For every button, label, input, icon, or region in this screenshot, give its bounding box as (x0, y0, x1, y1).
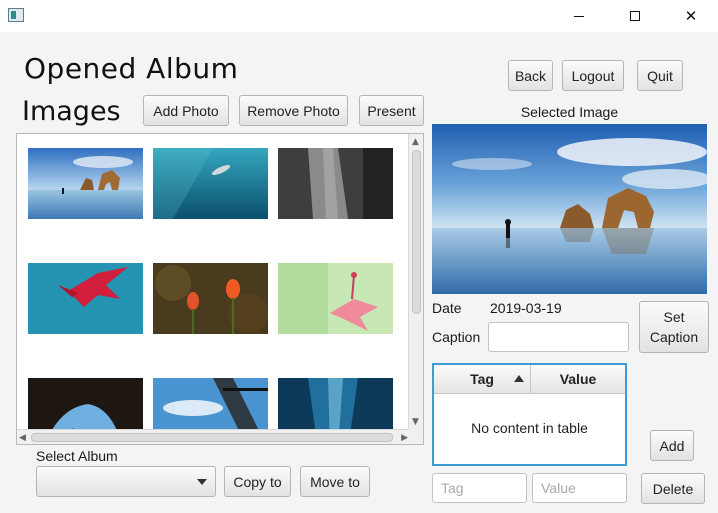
select-album-label: Select Album (36, 448, 118, 464)
photo-thumbnail-red-flower-blue[interactable] (28, 263, 143, 334)
add-tag-button[interactable]: Add (650, 430, 694, 461)
tag-column-header[interactable]: Tag (434, 365, 531, 394)
tag-value-input[interactable] (532, 473, 627, 503)
images-vertical-scrollbar[interactable]: ▲ ▼ (408, 134, 423, 430)
images-heading: Images (22, 96, 121, 127)
date-label: Date (432, 300, 462, 316)
value-column-header[interactable]: Value (531, 365, 625, 394)
close-icon: ✕ (684, 7, 698, 25)
app-icon (8, 8, 24, 22)
photo-thumbnail-underwater-swimmer[interactable] (153, 148, 268, 219)
add-photo-button[interactable]: Add Photo (143, 95, 229, 126)
minimize-button[interactable] (556, 0, 602, 32)
scroll-right-icon[interactable]: ▶ (401, 433, 408, 443)
delete-tag-button[interactable]: Delete (641, 473, 705, 504)
scrollbar-corner (408, 429, 423, 444)
tag-column-label: Tag (470, 371, 494, 387)
value-column-label: Value (559, 371, 597, 387)
move-to-button[interactable]: Move to (300, 466, 370, 497)
sort-ascending-icon (514, 375, 524, 382)
set-caption-button[interactable]: Set Caption (639, 301, 709, 353)
photo-thumbnail-orange-tulips[interactable] (153, 263, 268, 334)
images-scroll-pane[interactable]: ▲ ▼ ◀ ▶ (16, 133, 424, 445)
horizontal-scroll-thumb[interactable] (31, 433, 393, 442)
minimize-icon (574, 15, 584, 17)
copy-to-button[interactable]: Copy to (224, 466, 291, 497)
selected-image-label: Selected Image (520, 104, 619, 120)
scroll-left-icon[interactable]: ◀ (19, 433, 26, 443)
scroll-up-icon[interactable]: ▲ (412, 137, 419, 147)
tag-table[interactable]: Tag Value No content in table (432, 363, 627, 466)
scroll-down-icon[interactable]: ▼ (412, 417, 419, 427)
quit-button[interactable]: Quit (637, 60, 683, 91)
remove-photo-button[interactable]: Remove Photo (239, 95, 348, 126)
logout-button[interactable]: Logout (562, 60, 624, 91)
photo-thumbnail-pink-lily[interactable] (278, 263, 393, 334)
date-value: 2019-03-19 (490, 300, 562, 316)
chevron-down-icon (197, 479, 207, 485)
photo-thumbnail-beach-arch[interactable] (28, 148, 143, 219)
window-titlebar: ✕ (0, 0, 718, 32)
album-select[interactable] (36, 466, 216, 497)
photo-thumbnail-gray-rock[interactable] (278, 148, 393, 219)
selected-image-preview (432, 124, 707, 294)
tag-name-input[interactable] (432, 473, 527, 503)
caption-input[interactable] (488, 322, 629, 352)
present-button[interactable]: Present (359, 95, 424, 126)
close-button[interactable]: ✕ (668, 0, 714, 32)
page-title: Opened Album (24, 52, 239, 85)
maximize-button[interactable] (612, 0, 658, 32)
images-horizontal-scrollbar[interactable]: ◀ ▶ (17, 429, 410, 444)
back-button[interactable]: Back (508, 60, 553, 91)
caption-label: Caption (432, 329, 481, 345)
maximize-icon (630, 11, 640, 21)
table-empty-placeholder: No content in table (471, 420, 588, 436)
vertical-scroll-thumb[interactable] (412, 150, 421, 314)
